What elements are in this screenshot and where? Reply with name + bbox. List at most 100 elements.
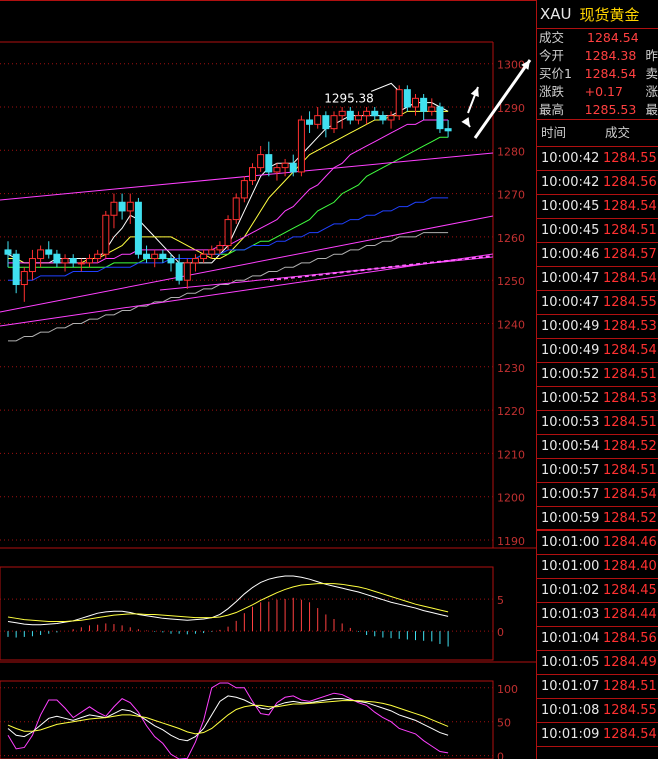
tick-row[interactable]: 10:01:00 1284.40 xyxy=(537,555,658,579)
quote-label: 涨跌 xyxy=(539,84,565,99)
kdj-y-tick-label: 0 xyxy=(497,751,504,759)
tick-time: 10:01:00 xyxy=(541,559,600,574)
tick-row[interactable]: 10:00:54 1284.52 xyxy=(537,435,658,459)
y-tick-label: 1260 xyxy=(497,232,525,245)
candle-down xyxy=(403,89,411,108)
ticks-header-price: 成交 xyxy=(605,125,631,140)
macd-y-tick-label: 5 xyxy=(497,594,504,607)
tick-row[interactable]: 10:00:47 1284.54 xyxy=(537,267,658,291)
candle-down xyxy=(306,119,314,125)
tick-time: 10:00:52 xyxy=(541,367,600,382)
candle-down xyxy=(265,154,273,173)
tick-row[interactable]: 10:01:05 1284.49 xyxy=(537,651,658,675)
tick-row[interactable]: 10:01:00 1284.46 xyxy=(537,531,658,555)
tick-row[interactable]: 10:00:49 1284.54 xyxy=(537,339,658,363)
quote-row: 成交 1284.54 xyxy=(537,29,658,47)
y-tick-label: 1240 xyxy=(497,319,525,332)
tick-price: 1284.54 xyxy=(603,343,657,358)
candle-up xyxy=(28,258,36,273)
tick-row[interactable]: 10:00:42 1284.56 xyxy=(537,171,658,195)
quote-extra-label: 昨 xyxy=(645,48,658,63)
kdj-j-line xyxy=(7,682,449,759)
kline-chart-svg[interactable]: 1190 1200 1210 1220 1230 1240 1250 1260 1270 1280… xyxy=(0,0,536,759)
candle-up xyxy=(200,253,208,260)
tick-time: 10:01:02 xyxy=(541,583,600,598)
candle-up xyxy=(297,119,305,173)
tick-row[interactable]: 10:00:47 1284.55 xyxy=(537,291,658,315)
tick-time: 10:01:08 xyxy=(541,703,600,718)
tick-time: 10:00:54 xyxy=(541,439,600,454)
quote-side-panel: XAU 现货黄金 成交 1284.54 今开 1284.38 昨买价1 1284.54 卖涨… xyxy=(536,0,658,759)
candle-up xyxy=(387,115,395,121)
candle-down xyxy=(175,262,183,281)
tick-price: 1284.51 xyxy=(603,367,657,382)
candle-down xyxy=(118,201,126,212)
tick-price: 1284.53 xyxy=(603,319,657,334)
tick-price: 1284.54 xyxy=(603,199,657,214)
candle-down xyxy=(53,253,61,264)
tick-time: 10:01:03 xyxy=(541,607,600,622)
tick-price: 1284.45 xyxy=(603,583,657,598)
y-tick-label: 1200 xyxy=(497,492,525,505)
quote-row: 今开 1284.38 昨 xyxy=(537,47,658,65)
tick-time: 10:00:45 xyxy=(541,199,600,214)
tick-row[interactable]: 10:01:08 1284.55 xyxy=(537,699,658,723)
candle-up xyxy=(37,249,45,260)
y-tick-label: 1300 xyxy=(497,59,525,72)
tick-row[interactable]: 10:00:46 1284.57 xyxy=(537,243,658,267)
candle-up xyxy=(208,249,216,255)
tick-row[interactable]: 10:00:57 1284.54 xyxy=(537,483,658,507)
quote-value: 1284.54 xyxy=(584,66,637,81)
tick-row[interactable]: 10:01:03 1284.44 xyxy=(537,603,658,627)
symbol-code: XAU xyxy=(540,5,572,23)
tick-row[interactable]: 10:00:49 1284.53 xyxy=(537,315,658,339)
tick-price: 1284.56 xyxy=(603,175,657,190)
tick-price: 1284.53 xyxy=(603,391,657,406)
kdj-y-tick-label: 50 xyxy=(497,717,511,730)
candle-up xyxy=(354,115,362,121)
tick-row[interactable]: 10:00:52 1284.51 xyxy=(537,363,658,387)
tick-row[interactable]: 10:00:52 1284.53 xyxy=(537,387,658,411)
tick-row[interactable]: 10:01:02 1284.45 xyxy=(537,579,658,603)
tick-row[interactable]: 10:01:09 1284.54 xyxy=(537,723,658,747)
candle-down xyxy=(134,201,142,255)
candle-down xyxy=(379,115,387,121)
tick-price: 1284.55 xyxy=(603,703,657,718)
candle-up xyxy=(94,253,102,260)
quote-table: 成交 1284.54 今开 1284.38 昨买价1 1284.54 卖涨跌 +0.17 涨最高… xyxy=(537,29,658,120)
tick-row[interactable]: 10:00:45 1284.54 xyxy=(537,195,658,219)
tick-time: 10:00:57 xyxy=(541,463,600,478)
candle-down xyxy=(4,249,12,255)
quote-label: 最高 xyxy=(539,102,565,117)
candle-down xyxy=(444,128,452,132)
y-tick-label: 1220 xyxy=(497,405,525,418)
tick-price: 1284.40 xyxy=(603,559,657,574)
tick-row[interactable]: 10:01:04 1284.56 xyxy=(537,627,658,651)
tick-time: 10:00:57 xyxy=(541,487,600,502)
tick-row[interactable]: 10:00:42 1284.55 xyxy=(537,147,658,171)
candle-down xyxy=(143,253,151,260)
tick-row[interactable]: 10:00:57 1284.51 xyxy=(537,459,658,483)
tick-row[interactable]: 10:01:07 1284.51 xyxy=(537,675,658,699)
tick-time: 10:00:47 xyxy=(541,271,600,286)
candle-down xyxy=(322,115,330,130)
quote-extra-label: 最 xyxy=(645,102,658,117)
tick-row[interactable]: 10:00:59 1284.52 xyxy=(537,507,658,531)
tick-row[interactable]: 10:00:53 1284.51 xyxy=(537,411,658,435)
quote-value: 1284.54 xyxy=(587,30,639,45)
tick-price: 1284.51 xyxy=(603,679,657,694)
y-tick-label: 1270 xyxy=(497,189,525,202)
y-tick-label: 1250 xyxy=(497,275,525,288)
candle-up xyxy=(151,253,159,260)
candle-up xyxy=(257,154,265,169)
quote-label: 买价1 xyxy=(539,66,572,81)
candle-up xyxy=(249,167,256,182)
tick-row[interactable]: 10:00:45 1284.51 xyxy=(537,219,658,243)
tick-price: 1284.44 xyxy=(603,607,657,622)
tick-list[interactable]: 10:00:42 1284.55 10:00:42 1284.56 10:00:45 12… xyxy=(537,147,658,747)
kdj-y-tick-label: 100 xyxy=(497,683,518,696)
candle-up xyxy=(191,258,199,264)
candle-up xyxy=(314,115,322,125)
tick-time: 10:00:49 xyxy=(541,343,600,358)
kline-chart-area[interactable]: 1190 1200 1210 1220 1230 1240 1250 1260 1270 1280… xyxy=(0,0,536,759)
